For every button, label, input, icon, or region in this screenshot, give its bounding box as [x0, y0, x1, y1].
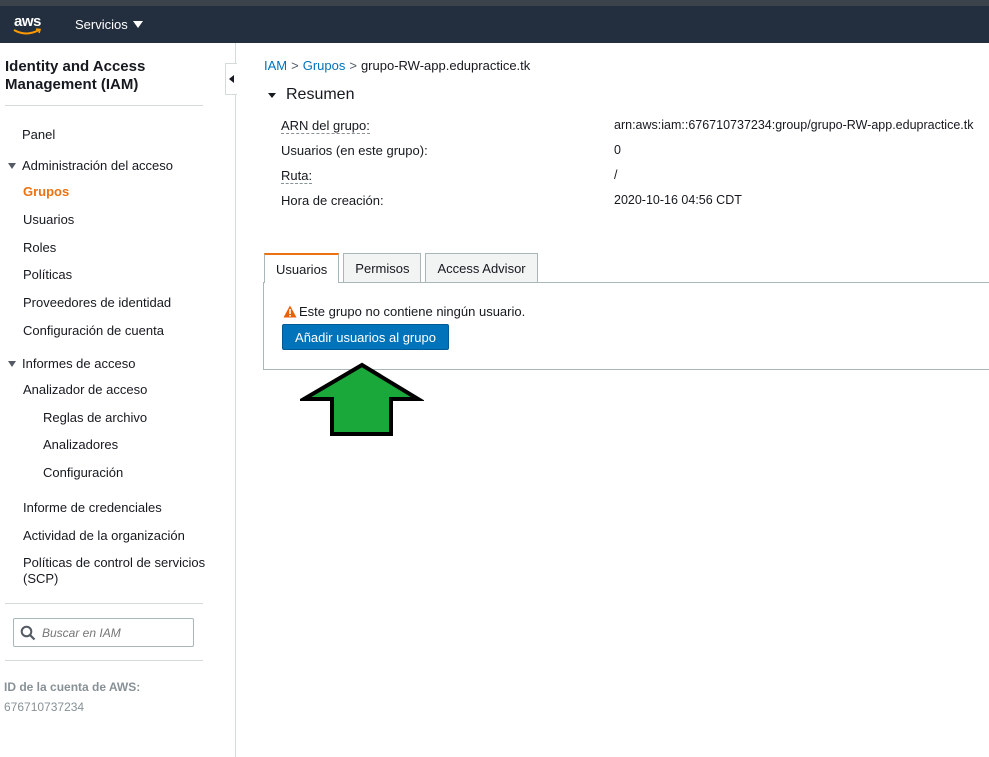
group-tabs: Usuarios Permisos Access Advisor [264, 253, 538, 283]
breadcrumb-separator: > [349, 58, 357, 73]
aws-logo[interactable]: aws [12, 11, 46, 39]
summary-toggle[interactable]: Resumen [268, 86, 354, 104]
creation-time-value: 2020-10-16 04:56 CDT [614, 193, 742, 207]
collapse-sidebar-button[interactable] [225, 63, 237, 95]
sidebar-item-panel[interactable]: Panel [22, 127, 55, 142]
sidebar-divider [5, 660, 203, 661]
search-icon [20, 625, 36, 640]
path-value: / [614, 168, 618, 182]
sidebar-item-org-activity[interactable]: Actividad de la organización [23, 528, 185, 543]
creation-time-label: Hora de creación: [281, 193, 384, 208]
sidebar-item-access-analyzer[interactable]: Analizador de acceso [23, 382, 147, 397]
users-count-label: Usuarios (en este grupo): [281, 143, 428, 158]
sidebar-item-scp[interactable]: Políticas de control de servicios (SCP) [23, 555, 213, 587]
section-access-management[interactable]: Administración del acceso [8, 158, 173, 173]
breadcrumb: IAM > Grupos > grupo-RW-app.edupractice.… [264, 58, 530, 73]
summary-heading: Resumen [286, 86, 355, 103]
top-nav-bar: aws Servicios [0, 6, 989, 43]
warning-text: Este grupo no contiene ningún usuario. [299, 304, 526, 319]
sidebar-item-identity-providers[interactable]: Proveedores de identidad [23, 295, 171, 310]
sidebar-item-grupos[interactable]: Grupos [23, 184, 69, 199]
aws-smile-icon [13, 28, 42, 35]
tab-usuarios[interactable]: Usuarios [264, 253, 340, 283]
sidebar-divider [5, 603, 203, 604]
sidebar-item-usuarios[interactable]: Usuarios [23, 212, 74, 227]
sidebar-item-analyzer-settings[interactable]: Configuración [43, 465, 123, 480]
path-label: Ruta: [281, 168, 313, 184]
breadcrumb-grupos[interactable]: Grupos [303, 58, 346, 73]
arn-label: ARN del grupo: [281, 118, 370, 134]
breadcrumb-current: grupo-RW-app.edupractice.tk [360, 58, 531, 73]
sidebar-item-archive-rules[interactable]: Reglas de archivo [43, 410, 147, 425]
sidebar-search[interactable] [13, 618, 194, 647]
empty-group-warning: Este grupo no contiene ningún usuario. [283, 304, 525, 319]
sidebar-divider [5, 105, 203, 106]
search-input[interactable] [42, 625, 192, 640]
sidebar-item-roles[interactable]: Roles [23, 240, 56, 255]
green-arrow-annotation [300, 362, 424, 436]
sidebar: Identity and Access Management (IAM) Pan… [0, 43, 236, 757]
services-menu[interactable]: Servicios [75, 17, 143, 32]
sidebar-item-analyzers[interactable]: Analizadores [43, 437, 118, 452]
account-id-label: ID de la cuenta de AWS: [4, 680, 141, 694]
services-label: Servicios [75, 17, 128, 32]
warning-icon [283, 305, 297, 318]
breadcrumb-iam[interactable]: IAM [264, 58, 287, 73]
caret-down-icon [132, 21, 143, 28]
caret-down-icon [268, 92, 276, 98]
caret-down-icon [8, 360, 16, 367]
section-access-reports[interactable]: Informes de acceso [8, 356, 135, 371]
add-users-to-group-button[interactable]: Añadir usuarios al grupo [282, 324, 449, 350]
sidebar-item-credential-report[interactable]: Informe de credenciales [23, 500, 162, 515]
caret-left-icon [229, 75, 234, 83]
sidebar-item-account-settings[interactable]: Configuración de cuenta [23, 323, 164, 338]
section-label: Administración del acceso [22, 158, 174, 173]
sidebar-title: Identity and Access Management (IAM) [5, 58, 146, 93]
section-label: Informes de acceso [22, 356, 136, 371]
users-count-value: 0 [614, 143, 621, 157]
sidebar-item-politicas[interactable]: Políticas [23, 267, 72, 282]
caret-down-icon [8, 162, 16, 169]
tab-permisos[interactable]: Permisos [343, 253, 422, 283]
breadcrumb-separator: > [291, 58, 299, 73]
tab-access-advisor[interactable]: Access Advisor [425, 253, 538, 283]
account-id-value: 676710737234 [4, 700, 85, 714]
arn-value: arn:aws:iam::676710737234:group/grupo-RW… [614, 118, 974, 132]
